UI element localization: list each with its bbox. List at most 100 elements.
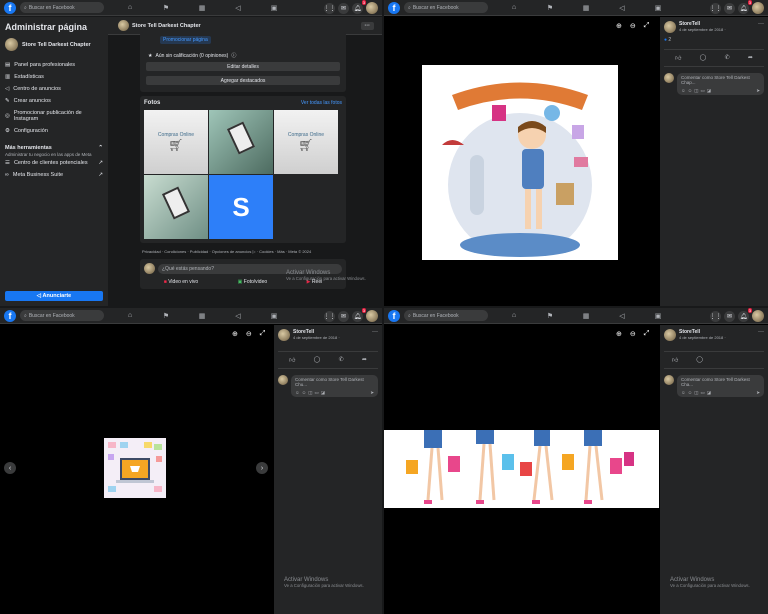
search-input[interactable]: ⌕ Buscar en Facebook — [404, 2, 488, 13]
zoom-out-icon[interactable]: ⊖ — [246, 330, 252, 338]
comment-icon[interactable]: ◯ — [696, 356, 703, 364]
photo-shopping-cart-2[interactable]: Compras Online 🛒︎ — [274, 110, 338, 174]
footer-links[interactable]: Privacidad · Condiciones · Publicidad · … — [140, 247, 346, 256]
avatar-sticker-icon[interactable]: ☺ — [681, 88, 686, 94]
sidebar-item-create-ads[interactable]: ✎ Crear anuncios — [0, 95, 108, 107]
messenger-icon[interactable]: ✉ — [338, 310, 349, 322]
menu-grid-icon[interactable]: ⋮⋮ — [324, 310, 336, 322]
whatsapp-icon[interactable]: ✆ — [725, 54, 730, 62]
gif-icon[interactable]: ▭ — [700, 88, 704, 94]
search-input[interactable]: ⌕ Buscar en Facebook — [404, 310, 488, 321]
like-icon[interactable]: 👍︎ — [675, 54, 681, 62]
search-input[interactable]: ⌕ Buscar en Facebook — [20, 2, 104, 13]
zoom-out-icon[interactable]: ⊖ — [630, 22, 636, 30]
emoji-icon[interactable]: ☺ — [302, 390, 307, 396]
add-featured-button[interactable]: Agregar destacados — [146, 76, 340, 85]
photo-video-button[interactable]: ▣ Foto/video — [238, 279, 267, 285]
flag-icon[interactable]: ⚑ — [532, 308, 568, 324]
zoom-out-icon[interactable]: ⊖ — [630, 330, 636, 338]
messenger-icon[interactable]: ✉ — [338, 2, 349, 14]
gaming-icon[interactable]: ▣ — [640, 308, 676, 324]
megaphone-icon[interactable]: ◁ — [220, 0, 256, 16]
gif-icon[interactable]: ▭ — [314, 390, 318, 396]
marketplace-icon[interactable]: ▦ — [184, 0, 220, 16]
next-photo-button[interactable]: › — [256, 462, 268, 474]
zoom-in-icon[interactable]: ⊕ — [616, 330, 622, 338]
live-video-button[interactable]: ■ Video en vivo — [164, 279, 198, 285]
home-icon[interactable]: ⌂ — [496, 0, 532, 16]
previous-photo-button[interactable]: ‹ — [4, 462, 16, 474]
notifications-icon[interactable]: 🔔︎ 3 — [738, 0, 752, 14]
fullscreen-icon[interactable]: ⤢ — [260, 330, 266, 338]
comment-icon[interactable]: ◯ — [700, 54, 707, 62]
more-options-icon[interactable]: ··· — [758, 329, 764, 335]
gif-icon[interactable]: ▭ — [700, 390, 704, 396]
menu-grid-icon[interactable]: ⋮⋮ — [324, 2, 336, 14]
whatsapp-icon[interactable]: ✆ — [339, 356, 344, 364]
facebook-logo-icon[interactable]: f — [388, 309, 400, 322]
photo-store-logo[interactable]: S — [209, 175, 273, 239]
flag-icon[interactable]: ⚑ — [532, 0, 568, 16]
avatar-sticker-icon[interactable]: ☺ — [681, 390, 686, 396]
megaphone-icon[interactable]: ◁ — [604, 0, 640, 16]
sticker-icon[interactable]: ◪ — [321, 390, 325, 396]
promote-page-button[interactable]: Promocionar página — [160, 36, 211, 44]
sidebar-item-professional-dashboard[interactable]: ▤ Panel para profesionales — [0, 59, 108, 71]
more-options-icon[interactable]: ··· — [372, 329, 378, 335]
avatar-sticker-icon[interactable]: ☺ — [295, 390, 300, 396]
fullscreen-icon[interactable]: ⤢ — [644, 330, 650, 338]
more-tools-section[interactable]: Más herramientas ⌃ — [0, 137, 108, 152]
facebook-logo-icon[interactable]: f — [4, 1, 16, 14]
zoom-in-icon[interactable]: ⊕ — [616, 22, 622, 30]
notifications-icon[interactable]: 🔔︎ 3 — [352, 308, 366, 322]
messenger-icon[interactable]: ✉ — [724, 310, 735, 322]
advertise-button[interactable]: ◁ Anunciarte — [5, 291, 103, 301]
flag-icon[interactable]: ⚑ — [148, 308, 184, 324]
see-all-photos-link[interactable]: Ver todas las fotos — [301, 100, 342, 106]
camera-icon[interactable]: ◫ — [308, 390, 312, 396]
like-icon[interactable]: 👍︎ — [289, 356, 295, 364]
profile-avatar[interactable] — [752, 2, 764, 14]
zoom-in-icon[interactable]: ⊕ — [232, 330, 238, 338]
marketplace-icon[interactable]: ▦ — [184, 308, 220, 324]
sidebar-link-business-suite[interactable]: ∞ Meta Business Suite ↗ — [0, 169, 108, 181]
search-input[interactable]: ⌕ Buscar en Facebook — [20, 310, 104, 321]
facebook-logo-icon[interactable]: f — [388, 1, 400, 14]
profile-avatar[interactable] — [752, 310, 764, 322]
reaction-summary[interactable]: ● 2 — [660, 37, 768, 43]
edit-details-button[interactable]: Editar detalles — [146, 62, 340, 71]
menu-grid-icon[interactable]: ⋮⋮ — [710, 310, 722, 322]
sticker-icon[interactable]: ◪ — [707, 88, 711, 94]
photo-phone-hand-2[interactable] — [144, 175, 208, 239]
marketplace-icon[interactable]: ▦ — [568, 0, 604, 16]
emoji-icon[interactable]: ☺ — [688, 88, 693, 94]
photo-phone-hand-1[interactable] — [209, 110, 273, 174]
share-icon[interactable]: ➦ — [362, 356, 367, 364]
profile-avatar[interactable] — [366, 2, 378, 14]
sticker-icon[interactable]: ◪ — [707, 390, 711, 396]
messenger-icon[interactable]: ✉ — [724, 2, 735, 14]
gaming-icon[interactable]: ▣ — [256, 308, 292, 324]
notifications-icon[interactable]: 🔔︎ 3 — [352, 0, 366, 14]
share-icon[interactable]: ➦ — [748, 54, 753, 62]
megaphone-icon[interactable]: ◁ — [220, 308, 256, 324]
sidebar-item-settings[interactable]: ⚙ Configuración — [0, 125, 108, 137]
comment-input[interactable]: Comentar como Store Tell Darkest Cha... … — [677, 375, 764, 397]
megaphone-icon[interactable]: ◁ — [604, 308, 640, 324]
photo-shopping-cart-1[interactable]: Compras Online 🛒︎ — [144, 110, 208, 174]
gaming-icon[interactable]: ▣ — [256, 0, 292, 16]
home-icon[interactable]: ⌂ — [112, 308, 148, 324]
home-icon[interactable]: ⌂ — [112, 0, 148, 16]
sidebar-page-switcher[interactable]: Store Tell Darkest Chapter — [0, 34, 108, 55]
send-icon[interactable]: ➤ — [756, 390, 760, 396]
menu-grid-icon[interactable]: ⋮⋮ — [710, 2, 722, 14]
profile-avatar[interactable] — [366, 310, 378, 322]
gaming-icon[interactable]: ▣ — [640, 0, 676, 16]
more-options-button[interactable]: ··· — [360, 21, 374, 30]
flag-icon[interactable]: ⚑ — [148, 0, 184, 16]
sidebar-item-insights[interactable]: ▥ Estadísticas — [0, 71, 108, 83]
notifications-icon[interactable]: 🔔︎ 3 — [738, 308, 752, 322]
comment-icon[interactable]: ◯ — [314, 356, 321, 364]
facebook-logo-icon[interactable]: f — [4, 309, 16, 322]
camera-icon[interactable]: ◫ — [694, 88, 698, 94]
